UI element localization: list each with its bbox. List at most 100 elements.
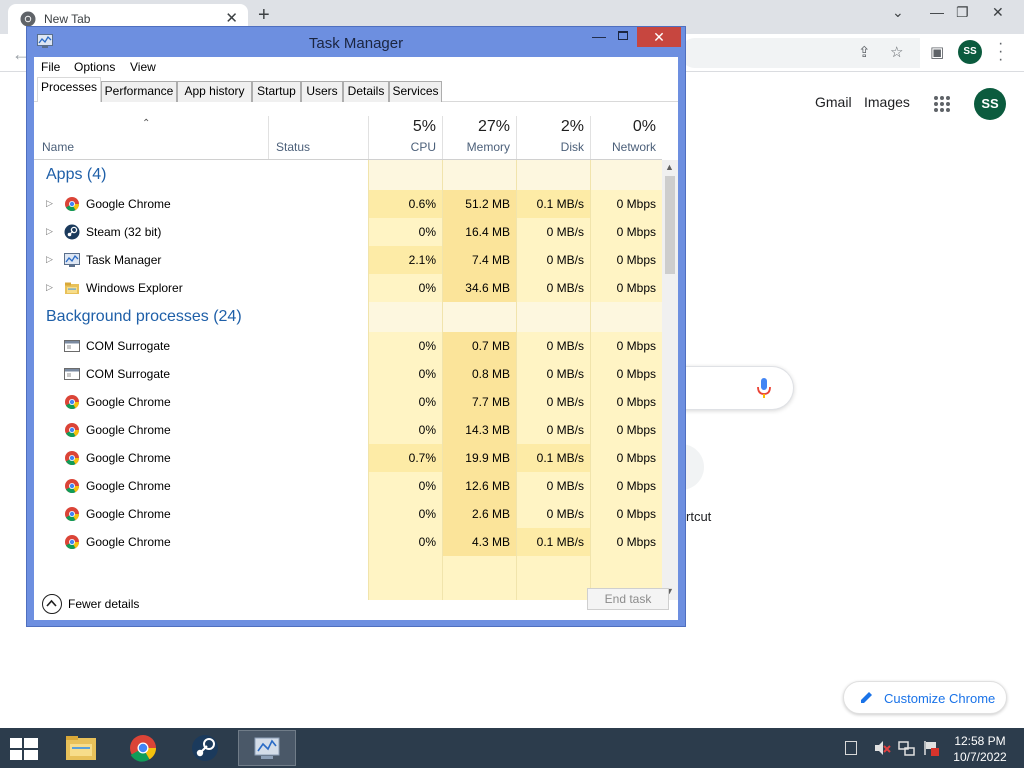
tm-close-button[interactable]: ✕ bbox=[637, 27, 681, 47]
taskbar-clock-time[interactable]: 12:58 PM bbox=[950, 734, 1010, 748]
process-cpu-value: 0% bbox=[418, 281, 436, 295]
taskbar-steam[interactable] bbox=[176, 730, 234, 766]
expand-arrow-icon[interactable]: ▷ bbox=[46, 282, 53, 293]
process-memory-value: 0.7 MB bbox=[471, 339, 510, 353]
chevron-up-circle-icon[interactable] bbox=[42, 594, 62, 614]
group-row-shading bbox=[591, 302, 662, 332]
process-cpu-value: 0% bbox=[418, 479, 436, 493]
address-bar[interactable] bbox=[680, 38, 920, 68]
minimize-icon[interactable]: — bbox=[930, 4, 944, 20]
scroll-up-arrow-icon[interactable]: ▲ bbox=[665, 162, 674, 172]
share-icon[interactable]: ⇪ bbox=[858, 43, 871, 61]
process-group-header[interactable]: Apps (4) bbox=[34, 160, 662, 190]
column-header-network[interactable]: 0% Network bbox=[591, 102, 662, 159]
side-panel-icon[interactable]: ▣ bbox=[930, 43, 944, 61]
tab-startup[interactable]: Startup bbox=[252, 81, 301, 102]
taskbar-task-manager[interactable] bbox=[238, 730, 296, 766]
process-name: Google Chrome bbox=[86, 507, 171, 521]
taskbar-file-explorer[interactable] bbox=[52, 730, 110, 766]
process-memory-value: 34.6 MB bbox=[465, 281, 510, 295]
google-search-box[interactable] bbox=[680, 366, 794, 410]
windows-start-icon[interactable] bbox=[10, 738, 38, 760]
process-row[interactable]: Google Chrome 0% 2.6 MB 0 MB/s 0 Mbps bbox=[34, 500, 662, 528]
process-row[interactable]: Google Chrome 0.7% 19.9 MB 0.1 MB/s 0 Mbps bbox=[34, 444, 662, 472]
tab-users[interactable]: Users bbox=[301, 81, 343, 102]
process-row[interactable]: ▷ Windows Explorer 0% 34.6 MB 0 MB/s 0 Mbps bbox=[34, 274, 662, 302]
process-group-header[interactable]: Background processes (24) bbox=[34, 302, 662, 332]
network-icon[interactable] bbox=[898, 740, 916, 756]
apps-grid-icon[interactable] bbox=[932, 94, 952, 114]
process-name: Google Chrome bbox=[86, 423, 171, 437]
tab-services[interactable]: Services bbox=[389, 81, 442, 102]
tab-close-icon[interactable]: ✕ bbox=[225, 9, 238, 27]
notification-flag-icon[interactable] bbox=[922, 740, 940, 756]
menu-options[interactable]: Options bbox=[74, 60, 115, 74]
process-row[interactable]: ▷ Google Chrome 0.6% 51.2 MB 0.1 MB/s 0 Mbps bbox=[34, 190, 662, 218]
process-network-value: 0 Mbps bbox=[616, 479, 656, 493]
network-header-label: Network bbox=[611, 140, 656, 154]
taskbar-clock-date[interactable]: 10/7/2022 bbox=[950, 750, 1010, 764]
process-memory-value: 2.6 MB bbox=[471, 507, 510, 521]
chrome-menu-icon[interactable]: · · · bbox=[998, 36, 1003, 68]
process-disk-value: 0 MB/s bbox=[546, 395, 584, 409]
account-avatar[interactable]: SS bbox=[974, 88, 1006, 120]
process-cpu-value: 0% bbox=[418, 507, 436, 521]
column-divider[interactable] bbox=[268, 116, 269, 159]
memory-total-percent: 27% bbox=[477, 118, 510, 135]
process-row[interactable]: ▷ Steam (32 bit) 0% 16.4 MB 0 MB/s 0 Mbps bbox=[34, 218, 662, 246]
column-header-status[interactable]: Status bbox=[276, 140, 310, 154]
process-row[interactable]: COM Surrogate 0% 0.7 MB 0 MB/s 0 Mbps bbox=[34, 332, 662, 360]
expand-arrow-icon[interactable]: ▷ bbox=[46, 226, 53, 237]
new-tab-button[interactable]: + bbox=[258, 4, 270, 27]
expand-arrow-icon[interactable]: ▷ bbox=[46, 198, 53, 209]
cpu-header-label: CPU bbox=[410, 140, 436, 154]
process-row[interactable]: Google Chrome 0% 7.7 MB 0 MB/s 0 Mbps bbox=[34, 388, 662, 416]
chrome-logo-icon bbox=[64, 478, 80, 494]
menu-file[interactable]: File bbox=[41, 60, 60, 74]
column-header-cpu[interactable]: 5% CPU bbox=[369, 102, 442, 159]
fewer-details-link[interactable]: Fewer details bbox=[68, 597, 139, 611]
tab-performance[interactable]: Performance bbox=[101, 81, 177, 102]
column-header-memory[interactable]: 27% Memory bbox=[443, 102, 516, 159]
process-row[interactable]: Google Chrome 0% 4.3 MB 0.1 MB/s 0 Mbps bbox=[34, 528, 662, 556]
task-manager-titlebar[interactable]: Task Manager — ✕ bbox=[27, 27, 685, 57]
process-row[interactable]: Google Chrome 0% 14.3 MB 0 MB/s 0 Mbps bbox=[34, 416, 662, 444]
customize-chrome-button[interactable]: Customize Chrome bbox=[843, 681, 1007, 714]
taskbar-google-chrome[interactable] bbox=[114, 730, 172, 766]
profile-avatar-small[interactable]: SS bbox=[958, 40, 982, 64]
process-network-value: 0 Mbps bbox=[616, 423, 656, 437]
process-row[interactable]: COM Surrogate 0% 0.8 MB 0 MB/s 0 Mbps bbox=[34, 360, 662, 388]
menu-view[interactable]: View bbox=[130, 60, 156, 74]
end-task-button[interactable]: End task bbox=[587, 588, 669, 610]
column-header-disk[interactable]: 2% Disk bbox=[517, 102, 590, 159]
tm-maximize-button[interactable] bbox=[612, 27, 636, 47]
tab-processes[interactable]: Processes bbox=[37, 77, 101, 103]
star-icon[interactable]: ☆ bbox=[890, 43, 903, 61]
process-row[interactable]: Google Chrome 0% 12.6 MB 0 MB/s 0 Mbps bbox=[34, 472, 662, 500]
sort-ascending-icon[interactable]: ⌃ bbox=[142, 118, 150, 129]
scroll-thumb[interactable] bbox=[665, 176, 675, 274]
shortcut-label[interactable]: rtcut bbox=[686, 509, 711, 524]
process-row[interactable]: ▷ Task Manager 2.1% 7.4 MB 0 MB/s 0 Mbps bbox=[34, 246, 662, 274]
tm-minimize-button[interactable]: — bbox=[587, 27, 611, 47]
process-name: Google Chrome bbox=[86, 395, 171, 409]
close-window-icon[interactable]: ✕ bbox=[992, 4, 1004, 21]
mic-icon[interactable] bbox=[756, 376, 772, 400]
gmail-link[interactable]: Gmail bbox=[815, 94, 852, 110]
restore-icon[interactable]: ❐ bbox=[956, 4, 969, 21]
process-disk-value: 0.1 MB/s bbox=[536, 197, 584, 211]
process-name: Google Chrome bbox=[86, 197, 171, 211]
column-header-name[interactable]: Name bbox=[42, 140, 74, 154]
chrome-logo-icon bbox=[64, 450, 80, 466]
tm-vertical-scrollbar[interactable]: ▲ ▼ bbox=[662, 160, 678, 600]
expand-arrow-icon[interactable]: ▷ bbox=[46, 254, 53, 265]
group-row-shading bbox=[517, 302, 590, 332]
tab-app-history[interactable]: App history bbox=[177, 81, 252, 102]
tab-details[interactable]: Details bbox=[343, 81, 389, 102]
steam-logo-icon bbox=[192, 735, 218, 761]
disk-total-percent: 2% bbox=[560, 118, 584, 135]
images-link[interactable]: Images bbox=[864, 94, 910, 110]
volume-muted-icon[interactable] bbox=[873, 740, 891, 756]
tray-action-center-icon[interactable] bbox=[845, 741, 857, 755]
chevron-down-icon[interactable]: ⌄ bbox=[892, 4, 904, 21]
